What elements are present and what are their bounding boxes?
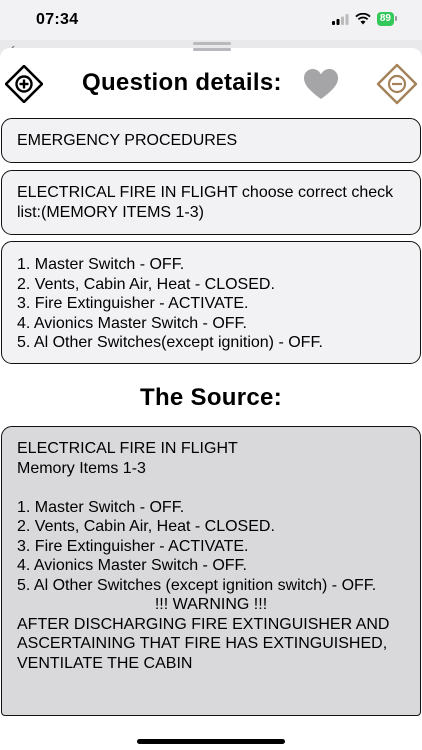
status-time: 07:34 (36, 11, 79, 28)
question-box: ELECTRICAL FIRE IN FLIGHT choose correct… (1, 170, 421, 235)
page-title: Question details: (82, 69, 282, 96)
source-text: ELECTRICAL FIRE IN FLIGHT Memory Items 1… (17, 440, 377, 594)
category-box: EMERGENCY PROCEDURES (1, 118, 421, 163)
add-button[interactable] (5, 65, 43, 103)
battery-icon: 89 (376, 12, 398, 26)
source-box[interactable]: ELECTRICAL FIRE IN FLIGHT Memory Items 1… (1, 426, 421, 716)
status-bar: 07:34 89 (0, 0, 422, 40)
sheet-grabber[interactable] (193, 42, 231, 54)
answer-box: 1. Master Switch - OFF. 2. Vents, Cabin … (1, 241, 421, 364)
home-indicator[interactable] (137, 739, 285, 744)
source-text-continued: AFTER DISCHARGING FIRE EXTINGUISHER AND … (17, 615, 394, 672)
question-details-sheet: Question details: EMERGENCY PROCEDURES E… (0, 42, 422, 750)
source-warning: !!! WARNING !!! (154, 596, 268, 613)
favorite-heart-button[interactable] (304, 69, 338, 101)
source-title: The Source: (140, 384, 282, 411)
status-icons: 89 (331, 12, 398, 26)
cellular-signal-icon (331, 13, 349, 25)
remove-button[interactable] (376, 63, 418, 105)
header: Question details: (0, 62, 422, 106)
wifi-icon (355, 13, 371, 25)
